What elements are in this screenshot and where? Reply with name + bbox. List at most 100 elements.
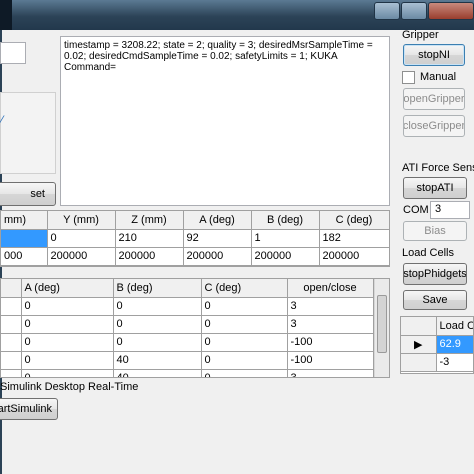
com-value: 3 bbox=[435, 203, 442, 215]
waypoint-scrollbar[interactable] bbox=[374, 279, 389, 377]
table-row[interactable]: 0 40 0 -100 bbox=[1, 351, 374, 370]
pose-cell[interactable]: 200000 bbox=[183, 247, 252, 266]
close-button[interactable] bbox=[428, 2, 474, 20]
waypoint-cell[interactable]: 0 bbox=[21, 333, 114, 352]
open-gripper-button[interactable]: openGripper bbox=[403, 88, 465, 110]
status-text: timestamp = 3208.22; state = 2; quality … bbox=[64, 40, 373, 73]
pose-cell[interactable]: 92 bbox=[183, 229, 252, 248]
table-row[interactable]: ▶ 62.9 bbox=[401, 335, 473, 354]
save-label: Save bbox=[422, 294, 448, 306]
waypoint-cell[interactable]: 3 bbox=[287, 369, 374, 377]
status-textarea[interactable]: timestamp = 3208.22; state = 2; quality … bbox=[60, 36, 390, 206]
waypoint-cell[interactable]: 0 bbox=[201, 315, 288, 334]
manual-checkbox[interactable] bbox=[402, 71, 415, 84]
close-gripper-button[interactable]: closeGripper bbox=[403, 115, 465, 137]
waypoint-cell[interactable]: 40 bbox=[113, 351, 202, 370]
stop-ni-button[interactable]: stopNI bbox=[403, 44, 465, 66]
load-cell-value[interactable]: 62.9 bbox=[436, 335, 473, 354]
left-input-fragment[interactable] bbox=[0, 42, 26, 64]
waypoint-cell[interactable] bbox=[1, 369, 22, 377]
waypoint-header-open-close: open/close bbox=[287, 279, 374, 298]
pose-cell[interactable]: 200000 bbox=[251, 247, 320, 266]
start-simulink-label: startSimulink bbox=[0, 403, 52, 415]
waypoint-header-b: B (deg) bbox=[113, 279, 202, 298]
pose-cell[interactable]: 0 bbox=[47, 229, 116, 248]
table-row[interactable]: 0 0 0 3 bbox=[1, 297, 374, 316]
waypoint-cell[interactable] bbox=[1, 351, 22, 370]
pose-cell[interactable] bbox=[1, 229, 48, 248]
waypoint-cell[interactable]: 0 bbox=[201, 333, 288, 352]
table-row[interactable]: 0 0 0 -100 bbox=[1, 333, 374, 352]
waypoint-scrollbar-thumb[interactable] bbox=[377, 295, 387, 353]
waypoint-cell[interactable]: 0 bbox=[201, 369, 288, 377]
row-header-cell bbox=[401, 353, 437, 372]
pose-table[interactable]: mm) Y (mm) Z (mm) A (deg) B (deg) C (deg… bbox=[0, 210, 390, 267]
close-gripper-label: closeGripper bbox=[403, 120, 465, 132]
pose-cell[interactable]: 182 bbox=[319, 229, 389, 248]
row-pointer-cell: ▶ bbox=[401, 335, 437, 354]
title-bar-edge bbox=[0, 0, 12, 30]
waypoint-cell[interactable]: 0 bbox=[21, 369, 114, 377]
table-row[interactable]: 000 200000 200000 200000 200000 200000 bbox=[1, 247, 389, 266]
reset-button[interactable]: set bbox=[0, 182, 56, 206]
stop-ati-label: stopATI bbox=[416, 182, 454, 194]
waypoint-table[interactable]: A (deg) B (deg) C (deg) open/close 0 0 0… bbox=[0, 278, 390, 378]
pose-header-x: mm) bbox=[1, 211, 48, 230]
maximize-button[interactable] bbox=[401, 2, 427, 20]
minimize-button[interactable] bbox=[374, 2, 400, 20]
bias-label: Bias bbox=[424, 225, 446, 237]
waypoint-header-a: A (deg) bbox=[21, 279, 114, 298]
pose-header-a: A (deg) bbox=[183, 211, 252, 230]
simulink-label: Simulink Desktop Real-Time bbox=[0, 381, 139, 393]
table-row[interactable]: 0 0 0 3 bbox=[1, 315, 374, 334]
left-panel-fragment: ⁄ bbox=[0, 92, 56, 174]
waypoint-cell[interactable] bbox=[1, 333, 22, 352]
pose-cell[interactable]: 210 bbox=[115, 229, 184, 248]
waypoint-cell[interactable]: 0 bbox=[113, 333, 202, 352]
load-cell-row-header bbox=[401, 317, 437, 336]
table-row[interactable]: -3 bbox=[401, 353, 473, 372]
waypoint-cell[interactable]: 0 bbox=[113, 297, 202, 316]
waypoint-cell[interactable]: -100 bbox=[287, 333, 374, 352]
waypoint-cell[interactable]: 0 bbox=[113, 315, 202, 334]
waypoint-header-index bbox=[1, 279, 22, 298]
waypoint-cell[interactable]: 3 bbox=[287, 297, 374, 316]
pose-cell[interactable]: 000 bbox=[1, 247, 48, 266]
gripper-label: Gripper bbox=[402, 29, 439, 41]
load-cells-label: Load Cells bbox=[402, 247, 454, 259]
stop-ati-button[interactable]: stopATI bbox=[403, 177, 467, 199]
waypoint-cell[interactable]: 0 bbox=[201, 351, 288, 370]
bias-button[interactable]: Bias bbox=[403, 221, 467, 241]
waypoint-cell[interactable]: 40 bbox=[113, 369, 202, 377]
ati-label: ATI Force Sensor bbox=[402, 162, 474, 174]
waypoint-cell[interactable] bbox=[1, 297, 22, 316]
pose-cell[interactable]: 200000 bbox=[319, 247, 389, 266]
start-simulink-button[interactable]: startSimulink bbox=[0, 398, 58, 420]
load-cell-header: Load C bbox=[436, 317, 473, 336]
stop-phidgets-label: stopPhidgets bbox=[403, 268, 467, 280]
waypoint-cell[interactable] bbox=[1, 315, 22, 334]
pose-header-y: Y (mm) bbox=[47, 211, 116, 230]
pose-cell[interactable]: 200000 bbox=[47, 247, 116, 266]
waypoint-cell[interactable]: 0 bbox=[21, 351, 114, 370]
load-cell-value[interactable]: -3 bbox=[436, 353, 473, 372]
com-label: COM bbox=[403, 204, 429, 216]
window-title-bar bbox=[0, 0, 474, 30]
stop-phidgets-button[interactable]: stopPhidgets bbox=[403, 263, 467, 285]
save-button[interactable]: Save bbox=[403, 290, 467, 310]
left-indicator-icon: ⁄ bbox=[1, 113, 4, 127]
waypoint-cell[interactable]: 0 bbox=[21, 297, 114, 316]
waypoint-cell[interactable]: 0 bbox=[21, 315, 114, 334]
pose-header-c: C (deg) bbox=[319, 211, 389, 230]
pose-cell[interactable]: 1 bbox=[251, 229, 320, 248]
pose-cell[interactable]: 200000 bbox=[115, 247, 184, 266]
table-row[interactable]: 0 40 0 3 bbox=[1, 369, 374, 377]
table-row[interactable]: 0 210 92 1 182 bbox=[1, 229, 389, 248]
waypoint-cell[interactable]: 0 bbox=[201, 297, 288, 316]
waypoint-cell[interactable]: -100 bbox=[287, 351, 374, 370]
stop-ni-label: stopNI bbox=[418, 49, 450, 61]
com-input[interactable]: 3 bbox=[430, 201, 470, 219]
row-pointer-icon: ▶ bbox=[414, 338, 423, 351]
waypoint-cell[interactable]: 3 bbox=[287, 315, 374, 334]
load-cell-table[interactable]: Load C ▶ 62.9 -3 bbox=[400, 316, 474, 374]
